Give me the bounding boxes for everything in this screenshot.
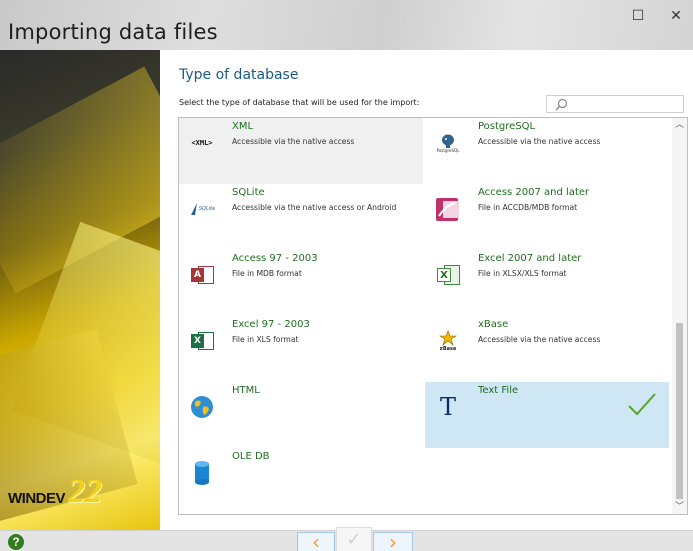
checkmark-icon bbox=[628, 393, 656, 416]
item-name: PostgreSQL bbox=[478, 121, 536, 132]
wizard-side-image: WINDEV 22 bbox=[0, 50, 160, 530]
wizard-footer: ? ‹ ✓ › bbox=[0, 527, 693, 551]
item-description: File in ACCDB/MDB format bbox=[478, 203, 578, 212]
xml-icon: <XML> bbox=[191, 139, 213, 147]
close-button[interactable]: ✕ bbox=[664, 6, 688, 26]
postgresql-icon: PostgreSQL bbox=[433, 128, 463, 158]
maximize-button[interactable]: ☐ bbox=[626, 6, 650, 26]
item-name: Text File bbox=[478, 385, 519, 396]
list-item-sqlite[interactable]: SQLite SQLite Accessible via the native … bbox=[179, 184, 423, 250]
scroll-up-icon[interactable]: ︿ bbox=[672, 118, 687, 132]
item-name: SQLite bbox=[232, 187, 265, 198]
list-item-ole-db[interactable]: OLE DB bbox=[179, 448, 423, 514]
excel-97-icon: X bbox=[187, 326, 217, 356]
window-title: Importing data files bbox=[8, 20, 218, 44]
chevron-left-icon: ‹ bbox=[312, 530, 320, 551]
list-item-xml[interactable]: <XML> XML Accessible via the native acce… bbox=[179, 118, 423, 184]
list-item-excel-2007[interactable]: X Excel 2007 and later File in XLSX/XLS … bbox=[425, 250, 669, 316]
item-name: xBase bbox=[478, 319, 509, 330]
help-button[interactable]: ? bbox=[8, 534, 24, 550]
access-97-icon: A bbox=[187, 260, 217, 290]
item-name: OLE DB bbox=[232, 451, 270, 462]
windev-logo: WINDEV 22 bbox=[8, 473, 102, 510]
back-button[interactable]: ‹ bbox=[297, 532, 335, 551]
item-description: File in XLS format bbox=[232, 335, 299, 344]
title-bar: Importing data files ☐ ✕ bbox=[0, 0, 693, 50]
check-icon: ✓ bbox=[346, 529, 362, 550]
item-description: File in XLSX/XLS format bbox=[478, 269, 567, 278]
list-item-access-2007[interactable]: Access 2007 and later File in ACCDB/MDB … bbox=[425, 184, 669, 250]
item-description: File in MDB format bbox=[232, 269, 302, 278]
scroll-down-icon[interactable]: ﹀ bbox=[672, 500, 687, 514]
logo-version: 22 bbox=[68, 473, 102, 510]
excel-2007-icon: X bbox=[433, 260, 463, 290]
item-name: Access 2007 and later bbox=[478, 187, 590, 198]
item-name: XML bbox=[232, 121, 254, 132]
list-item-html[interactable]: HTML bbox=[179, 382, 423, 448]
page-title: Type of database bbox=[179, 67, 299, 83]
database-type-list[interactable]: <XML> XML Accessible via the native acce… bbox=[178, 117, 688, 515]
text-file-icon: T bbox=[439, 393, 456, 421]
list-item-postgresql[interactable]: PostgreSQL PostgreSQL Accessible via the… bbox=[425, 118, 669, 184]
list-item-excel-97[interactable]: X Excel 97 - 2003 File in XLS format bbox=[179, 316, 423, 382]
item-name: Excel 97 - 2003 bbox=[232, 319, 310, 330]
chevron-right-icon: › bbox=[389, 530, 397, 551]
scroll-thumb[interactable] bbox=[676, 323, 683, 499]
globe-icon bbox=[187, 392, 217, 422]
item-name: Excel 2007 and later bbox=[478, 253, 582, 264]
item-name: Access 97 - 2003 bbox=[232, 253, 318, 264]
search-input[interactable] bbox=[546, 95, 684, 113]
wizard-content: Type of database Select the type of data… bbox=[160, 50, 693, 530]
access-2007-icon bbox=[433, 194, 463, 224]
logo-text: WINDEV bbox=[8, 490, 66, 507]
xbase-icon: xBase bbox=[433, 326, 463, 356]
list-item-text-file[interactable]: T Text File bbox=[425, 382, 669, 448]
item-name: HTML bbox=[232, 385, 260, 396]
list-item-xbase[interactable]: xBase xBase Accessible via the native ac… bbox=[425, 316, 669, 382]
finish-button[interactable]: ✓ bbox=[336, 527, 372, 551]
list-item-access-97[interactable]: A Access 97 - 2003 File in MDB format bbox=[179, 250, 423, 316]
database-cylinder-icon bbox=[187, 458, 217, 488]
item-description: Accessible via the native access bbox=[232, 137, 355, 146]
item-description: Accessible via the native access bbox=[478, 335, 601, 344]
search-icon bbox=[555, 98, 568, 111]
list-scrollbar[interactable]: ︿ ﹀ bbox=[672, 118, 687, 514]
page-subtitle: Select the type of database that will be… bbox=[179, 98, 420, 107]
item-description: Accessible via the native access or Andr… bbox=[232, 203, 397, 212]
next-button[interactable]: › bbox=[373, 532, 413, 551]
sqlite-icon: SQLite bbox=[187, 194, 217, 224]
item-description: Accessible via the native access bbox=[478, 137, 601, 146]
